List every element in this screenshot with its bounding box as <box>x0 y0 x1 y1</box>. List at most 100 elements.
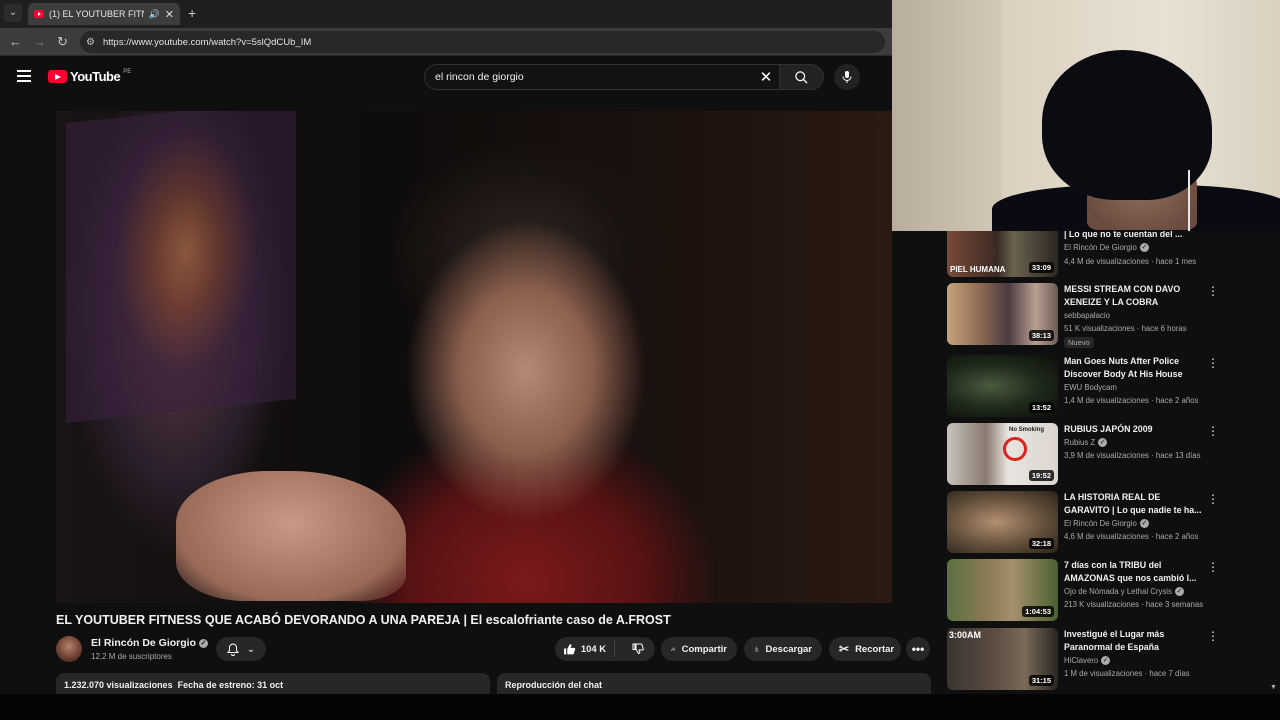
recommendation-title[interactable]: 7 días con la TRIBU del AMAZONAS que nos… <box>1064 559 1204 585</box>
video-frame-poster <box>66 111 296 424</box>
microphone-icon <box>842 71 852 83</box>
recommendation-meta: 51 K visualizaciones · hace 6 horas <box>1064 324 1187 333</box>
search-bar: el rincon de giorgio ✕ <box>424 64 824 90</box>
recommendation-channel: El Rincón De Giorgio ✓ <box>1064 519 1149 528</box>
channel-name-wrap[interactable]: El Rincón De Giorgio ✓ <box>91 637 209 649</box>
like-dislike-group: 104 K <box>555 637 655 661</box>
scroll-down-icon[interactable]: ▼ <box>1270 684 1277 691</box>
verified-icon: ✓ <box>1139 243 1149 252</box>
description-box[interactable]: 1.232.070 visualizaciones Fecha de estre… <box>56 673 490 694</box>
youtube-logo[interactable]: YouTube PE <box>48 69 131 84</box>
forward-arrow-icon[interactable]: → <box>33 34 46 50</box>
more-vertical-icon[interactable]: ⋮ <box>1207 493 1219 505</box>
share-label: Compartir <box>681 643 727 655</box>
more-vertical-icon[interactable]: ⋮ <box>1207 357 1219 369</box>
video-thumbnail[interactable]: 3:00AM 31:15 <box>947 628 1058 690</box>
recommendation-title[interactable]: LA HISTORIA REAL DE GARAVITO | Lo que na… <box>1064 491 1204 517</box>
recommendation-item[interactable]: 38:13 MESSI STREAM CON DAVO XENEIZE Y LA… <box>947 283 1267 348</box>
duration-badge: 33:09 <box>1028 262 1054 273</box>
video-player[interactable] <box>56 111 892 603</box>
recommendation-channel: sebbapalacio <box>1064 311 1110 320</box>
channel-text: Ojo de Nómada y Lethal Crysis <box>1064 587 1172 596</box>
video-thumbnail[interactable]: No Smoking 19:52 <box>947 423 1058 485</box>
download-label: Descargar <box>765 643 812 655</box>
screen: ⌄ (1) EL YOUTUBER FITNESS 🔊 ✕ + ← → ↻ ⚙ … <box>0 0 1280 720</box>
recommendation-item[interactable]: PIEL HUMANA 33:09 | Lo que no te cuentan… <box>947 229 1267 277</box>
thumbs-down-icon <box>632 643 644 655</box>
no-smoking-icon <box>1003 437 1027 461</box>
more-vertical-icon[interactable]: ⋮ <box>1207 630 1219 642</box>
site-info-icon[interactable]: ⚙ <box>86 37 95 48</box>
more-horizontal-icon: ••• <box>911 642 925 656</box>
youtube-favicon-icon <box>34 10 44 18</box>
voice-search-button[interactable] <box>834 64 860 90</box>
dislike-button[interactable] <box>621 643 655 655</box>
subscription-bell-button[interactable]: ⌄ <box>216 637 266 661</box>
download-icon <box>754 646 759 652</box>
channel-text: El Rincón De Giorgio <box>1064 243 1137 252</box>
recommendation-meta: 3,9 M de visualizaciones · hace 13 días <box>1064 451 1201 460</box>
channel-avatar[interactable] <box>56 636 82 662</box>
channel-text: HiClavero <box>1064 656 1099 665</box>
like-button[interactable]: 104 K <box>555 641 615 657</box>
close-tab-icon[interactable]: ✕ <box>165 8 174 21</box>
like-count: 104 K <box>580 643 607 655</box>
clip-button[interactable]: ✂ Recortar <box>829 637 901 661</box>
more-vertical-icon[interactable]: ⋮ <box>1207 425 1219 437</box>
chevron-down-icon[interactable]: ⌄ <box>4 4 22 22</box>
browser-tab-bar: ⌄ (1) EL YOUTUBER FITNESS 🔊 ✕ + <box>0 0 892 28</box>
recommendation-channel: Rubius Z ✓ <box>1064 438 1108 447</box>
recommendation-item[interactable]: 1:04:53 7 días con la TRIBU del AMAZONAS… <box>947 559 1267 621</box>
duration-badge: 13:52 <box>1028 402 1054 413</box>
scissors-icon: ✂ <box>839 642 850 656</box>
thumbs-up-icon <box>563 644 576 655</box>
more-actions-button[interactable]: ••• <box>906 637 930 661</box>
speaker-icon[interactable]: 🔊 <box>149 9 160 20</box>
youtube-header: YouTube PE el rincon de giorgio ✕ <box>0 57 892 97</box>
recommendation-item[interactable]: 13:52 Man Goes Nuts After Police Discove… <box>947 355 1267 417</box>
recommendation-item[interactable]: 32:18 LA HISTORIA REAL DE GARAVITO | Lo … <box>947 491 1267 553</box>
back-arrow-icon[interactable]: ← <box>9 34 22 50</box>
recommendation-channel: Ojo de Nómada y Lethal Crysis ✓ <box>1064 587 1184 596</box>
thumbnail-text: 3:00AM <box>949 630 982 640</box>
video-thumbnail[interactable]: 38:13 <box>947 283 1058 345</box>
video-thumbnail[interactable]: 1:04:53 <box>947 559 1058 621</box>
download-button[interactable]: Descargar <box>744 637 822 661</box>
webcam-person-hair <box>1042 50 1212 200</box>
channel-row: El Rincón De Giorgio ✓ 12,2 M de suscript… <box>56 636 931 662</box>
recommendation-item[interactable]: No Smoking 19:52 RUBIUS JAPÓN 2009 Rubiu… <box>947 423 1267 485</box>
reload-icon[interactable]: ↻ <box>57 34 68 50</box>
video-thumbnail[interactable]: 13:52 <box>947 355 1058 417</box>
clear-search-icon[interactable]: ✕ <box>753 68 779 86</box>
browser-tab[interactable]: (1) EL YOUTUBER FITNESS 🔊 ✕ <box>28 3 180 25</box>
recommendation-title[interactable]: Man Goes Nuts After Police Discover Body… <box>1064 355 1204 381</box>
recommendation-title[interactable]: MESSI STREAM CON DAVO XENEIZE Y LA COBRA <box>1064 283 1204 309</box>
search-input[interactable]: el rincon de giorgio ✕ <box>424 64 780 90</box>
share-button[interactable]: Compartir <box>661 637 737 661</box>
subscriber-count: 12,2 M de suscriptores <box>91 652 172 661</box>
verified-icon: ✓ <box>1139 519 1149 528</box>
new-tab-icon[interactable]: + <box>188 5 196 21</box>
more-vertical-icon[interactable]: ⋮ <box>1207 561 1219 573</box>
search-button[interactable] <box>780 64 824 90</box>
recommendation-title[interactable]: RUBIUS JAPÓN 2009 <box>1064 423 1204 436</box>
bottom-bar <box>0 694 1280 720</box>
country-code: PE <box>123 68 132 75</box>
verified-icon: ✓ <box>1101 656 1111 665</box>
new-badge: Nuevo <box>1064 337 1094 348</box>
recommendation-item[interactable]: 3:00AM 31:15 Investigué el Lugar más Par… <box>947 628 1267 690</box>
duration-badge: 38:13 <box>1028 330 1054 341</box>
video-thumbnail[interactable]: 32:18 <box>947 491 1058 553</box>
recommendation-channel: El Rincón De Giorgio ✓ <box>1064 243 1149 252</box>
more-vertical-icon[interactable]: ⋮ <box>1207 285 1219 297</box>
address-bar-row: ← → ↻ ⚙ https://www.youtube.com/watch?v=… <box>0 28 892 56</box>
video-thumbnail[interactable]: PIEL HUMANA 33:09 <box>947 231 1058 277</box>
recommendation-title[interactable]: Investigué el Lugar más Paranormal de Es… <box>1064 628 1204 654</box>
recommendation-meta: 1 M de visualizaciones · hace 7 días <box>1064 669 1190 678</box>
menu-icon[interactable] <box>17 70 31 82</box>
url-field[interactable]: ⚙ https://www.youtube.com/watch?v=5slQdC… <box>80 31 885 53</box>
channel-name[interactable]: El Rincón De Giorgio <box>91 637 196 649</box>
chat-replay-box[interactable]: Reproducción del chat <box>497 673 931 694</box>
youtube-play-icon <box>48 70 67 83</box>
share-icon <box>671 647 676 651</box>
